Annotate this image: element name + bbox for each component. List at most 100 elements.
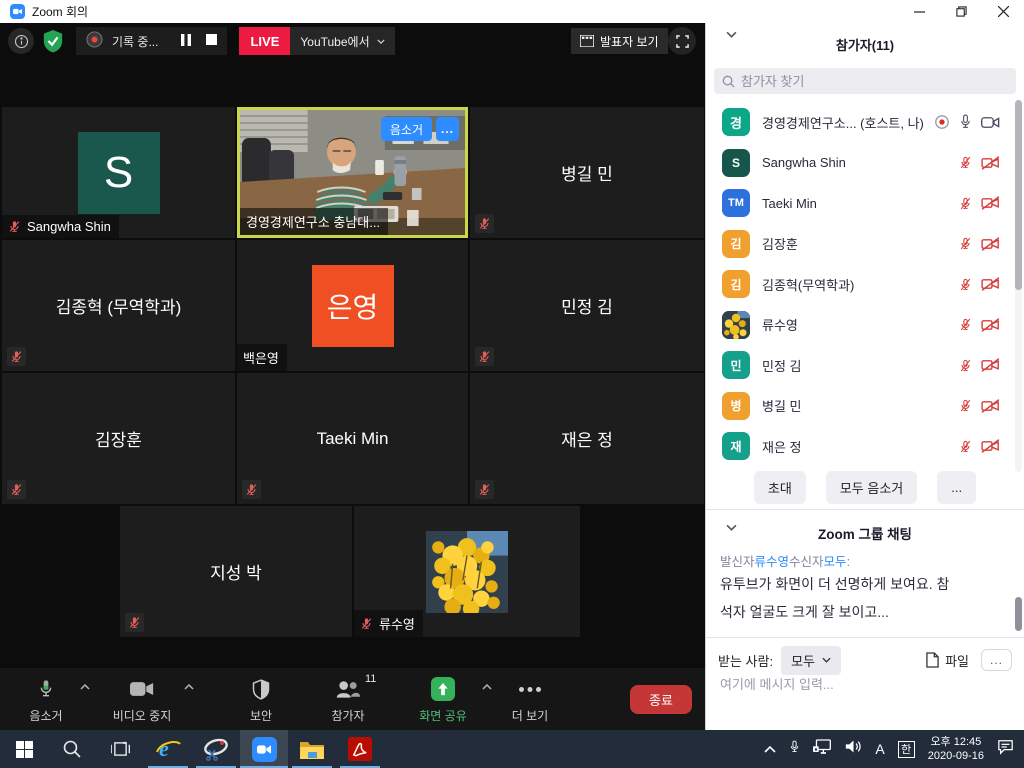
participant-search-input[interactable] — [741, 74, 1008, 89]
taskbar-zoom-app[interactable] — [240, 730, 288, 768]
mic-muted-icon — [242, 480, 261, 499]
restore-button[interactable] — [940, 0, 982, 23]
taskbar-snipping-tool[interactable] — [192, 730, 240, 768]
tray-volume-icon[interactable] — [845, 739, 862, 759]
mic-muted-icon — [7, 480, 26, 499]
acrobat-icon — [348, 737, 372, 761]
taskbar-acrobat[interactable] — [336, 730, 384, 768]
minimize-button[interactable] — [898, 0, 940, 23]
end-meeting-button[interactable]: 종료 — [630, 685, 692, 714]
close-button[interactable] — [982, 0, 1024, 23]
participant-name: 류수영 — [762, 315, 798, 334]
show-hidden-icons-chevron[interactable] — [764, 740, 776, 758]
ask-to-mute-button[interactable]: 음소거 — [381, 117, 432, 141]
participant-name: Taeki Min — [237, 373, 468, 504]
tile-more-button[interactable]: ... — [436, 117, 459, 141]
task-view-button[interactable] — [96, 730, 144, 768]
participant-search[interactable] — [714, 68, 1016, 94]
video-tile[interactable]: 병길 민 — [470, 107, 704, 238]
participant-row[interactable]: 류수영 — [706, 305, 1024, 346]
chat-message-text: 석자 얼굴도 크게 잘 보이고... — [720, 602, 889, 622]
file-label: 파일 — [945, 651, 969, 670]
camera-off-icon — [981, 399, 1000, 413]
taskbar-file-explorer[interactable] — [288, 730, 336, 768]
task-view-icon — [111, 741, 130, 757]
chat-recipient-link: 모두 — [824, 555, 847, 569]
ime-korean-indicator[interactable]: 한 — [898, 741, 915, 758]
active-speaker-tile[interactable]: 음소거 ... 경영경제연구소 충남대... — [237, 107, 468, 238]
avatar: 민 — [722, 351, 750, 379]
participants-more-button[interactable]: ... — [937, 471, 976, 504]
security-button[interactable]: 보안 — [228, 677, 294, 724]
avatar: 병 — [722, 392, 750, 420]
participant-row[interactable]: S Sangwha Shin — [706, 143, 1024, 184]
video-tile[interactable]: 재은 정 — [470, 373, 704, 504]
share-screen-button[interactable]: 화면 공유 — [410, 677, 476, 724]
video-options-chevron[interactable] — [184, 684, 194, 690]
meeting-info-button[interactable] — [8, 28, 34, 54]
taskbar-search-button[interactable] — [48, 730, 96, 768]
tray-network-icon[interactable] — [813, 739, 832, 759]
start-button[interactable] — [0, 730, 48, 768]
recording-indicator: 기록 중... — [76, 27, 227, 55]
chevron-down-icon — [822, 657, 831, 663]
record-dot-icon — [86, 31, 103, 51]
encryption-shield-icon[interactable] — [42, 29, 64, 53]
mute-options-chevron[interactable] — [80, 684, 90, 690]
recipient-dropdown[interactable]: 모두 — [781, 646, 841, 675]
chat-message-input[interactable] — [720, 677, 1000, 692]
mic-muted-icon — [959, 398, 972, 413]
gallery-view-icon — [580, 35, 594, 47]
video-tile[interactable]: 류수영 — [354, 506, 580, 637]
stop-video-button[interactable]: 비디오 중지 — [104, 677, 180, 724]
video-tile[interactable]: Taeki Min — [237, 373, 468, 504]
video-tile[interactable]: 민정 김 — [470, 240, 704, 371]
action-center-icon[interactable] — [997, 739, 1014, 760]
microphone-icon — [38, 677, 54, 701]
file-attach-button[interactable]: 파일 — [926, 651, 969, 670]
more-button[interactable]: 더 보기 — [500, 677, 560, 724]
snipping-tool-icon — [203, 737, 229, 761]
mic-muted-icon — [475, 480, 494, 499]
tray-microphone-icon[interactable] — [789, 739, 800, 760]
mic-muted-icon — [959, 155, 972, 170]
mute-button[interactable]: 음소거 — [16, 677, 76, 724]
chat-meta-colon: : — [847, 555, 850, 569]
pause-recording-button[interactable] — [181, 34, 191, 49]
participants-scrollbar-thumb[interactable] — [1015, 100, 1022, 290]
ime-latin-indicator[interactable]: A — [875, 741, 884, 757]
participant-name: 경영경제연구소... (호스트, 나) — [762, 113, 924, 132]
speaker-view-button[interactable]: 발표자 보기 — [571, 28, 668, 54]
stop-recording-button[interactable] — [206, 34, 217, 48]
participant-row[interactable]: 김 김장훈 — [706, 224, 1024, 265]
participant-row[interactable]: 병 병길 민 — [706, 386, 1024, 427]
participant-name: 경영경제연구소 충남대... — [246, 212, 380, 231]
camera-off-icon — [981, 196, 1000, 210]
participant-row[interactable]: TM Taeki Min — [706, 183, 1024, 224]
video-tile[interactable]: 김종혁 (무역학과) — [2, 240, 235, 371]
title-bar: Zoom 회의 — [0, 0, 1024, 23]
taskbar-internet-explorer[interactable]: e — [144, 730, 192, 768]
taskbar-clock[interactable]: 오후 12:45 2020-09-16 — [928, 735, 984, 763]
participant-row-host[interactable]: 경 경영경제연구소... (호스트, 나) — [706, 102, 1024, 143]
video-tile[interactable]: 김장훈 — [2, 373, 235, 504]
stream-target-dropdown[interactable]: YouTube에서 — [290, 27, 394, 55]
chat-scrollbar-thumb[interactable] — [1015, 597, 1022, 631]
participant-row[interactable]: 민 민정 김 — [706, 345, 1024, 386]
share-options-chevron[interactable] — [482, 684, 492, 690]
stream-target-label: YouTube에서 — [300, 33, 369, 50]
mic-muted-icon — [360, 617, 373, 630]
video-tile[interactable]: 은영 백은영 — [237, 240, 468, 371]
video-tile[interactable]: S Sangwha Shin — [2, 107, 235, 238]
camera-off-icon — [981, 237, 1000, 251]
chat-more-button[interactable]: ... — [981, 649, 1012, 671]
participants-button[interactable]: 11 참가자 — [312, 677, 384, 724]
panel-divider — [706, 637, 1024, 638]
participant-row[interactable]: 김 김종혁(무역학과) — [706, 264, 1024, 305]
video-tile[interactable]: 지성 박 — [120, 506, 352, 637]
mute-all-button[interactable]: 모두 음소거 — [826, 471, 917, 504]
invite-button[interactable]: 초대 — [754, 471, 806, 504]
avatar: S — [78, 132, 160, 214]
participant-row[interactable]: 재 재은 정 — [706, 426, 1024, 467]
fullscreen-button[interactable] — [668, 27, 696, 55]
